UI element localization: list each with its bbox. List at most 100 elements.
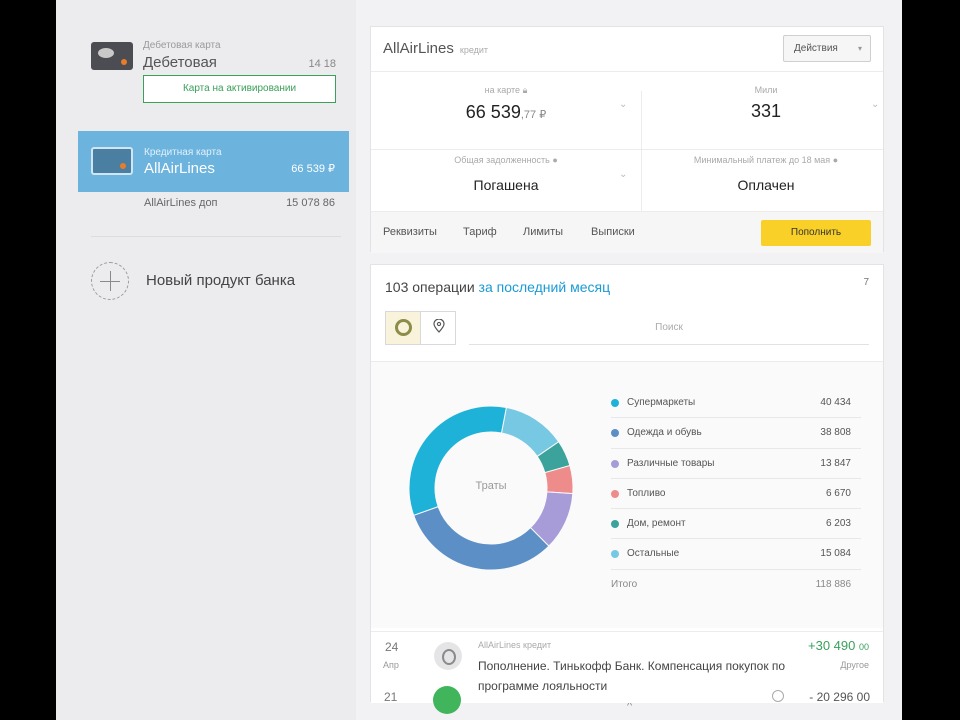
operations-header: 103 операции за последний месяц — [385, 279, 610, 295]
legend-total: Итого 118 886 — [611, 570, 861, 598]
legend-row[interactable]: Различные товары 13 847 — [611, 449, 861, 479]
app-frame: Дебетовая карта Дебетовая 14 18 Карта на… — [56, 0, 902, 720]
amount-main: +30 490 — [808, 638, 856, 653]
account-title: AllAirLines кредит — [383, 40, 488, 57]
sidebar-item-debit-card[interactable]: Дебетовая карта Дебетовая 14 18 Карта на… — [91, 38, 341, 108]
chevron-down-icon[interactable]: ⌄ — [871, 99, 879, 110]
tab-limits[interactable]: Лимиты — [523, 226, 563, 238]
chart-view-button[interactable] — [386, 312, 421, 344]
donut-icon — [395, 319, 412, 336]
legend-name: Различные товары — [627, 457, 715, 469]
legend-row[interactable]: Остальные 15 084 — [611, 539, 861, 570]
activate-card-button[interactable]: Карта на активировании — [143, 75, 336, 103]
divider — [371, 71, 883, 72]
legend-value: 13 847 — [820, 457, 851, 469]
on-card-balance: на карте 🔒︎ 66 539,77 ₽ — [411, 85, 601, 123]
legend-value: 6 670 — [825, 487, 851, 499]
tab-requisites[interactable]: Реквизиты — [383, 226, 437, 238]
product-name: Дебетовая — [143, 54, 217, 71]
new-product-button[interactable]: Новый продукт банка — [91, 262, 341, 302]
donut-center-label: Траты — [475, 480, 507, 492]
chevron-down-icon: ▾ — [857, 44, 862, 53]
amount-decimals: 00 — [858, 642, 869, 652]
debt-value: Погашена — [473, 177, 539, 193]
transaction-row[interactable]: 21 - 20 296 00 — [370, 686, 884, 720]
product-balance: 66 539 ₽ — [291, 163, 335, 175]
divider — [371, 149, 883, 150]
legend-row[interactable]: Супермаркеты 40 434 — [611, 388, 861, 419]
tab-tariff[interactable]: Тариф — [463, 226, 497, 238]
operations-count: 103 операции — [385, 279, 475, 295]
legend-name: Остальные — [627, 548, 680, 560]
legend-name: Одежда и обувь — [627, 427, 702, 439]
on-card-decimals: ,77 ₽ — [520, 109, 547, 121]
miles-value: 331 — [750, 101, 782, 121]
legend-row[interactable]: Топливо 6 670 — [611, 479, 861, 510]
tab-statements[interactable]: Выписки — [591, 226, 635, 238]
legend-dot — [611, 399, 619, 407]
legend-value: 15 084 — [820, 548, 851, 560]
chevron-down-icon[interactable]: ⌄ — [619, 169, 627, 180]
on-card-label: на карте — [484, 85, 521, 95]
legend-name: Супермаркеты — [627, 397, 696, 408]
sidebar: Дебетовая карта Дебетовая 14 18 Карта на… — [56, 0, 356, 720]
legend-dot — [611, 550, 619, 559]
total-label: Итого — [611, 578, 638, 590]
min-payment: Минимальный платеж до 18 мая ● Оплачен — [661, 155, 871, 193]
transaction-day: 21 — [384, 690, 398, 704]
on-card-value: 66 539 — [465, 102, 521, 122]
sidebar-item-additional-card[interactable]: AllAirLines доп 15 078 86 — [78, 192, 349, 216]
total-debt: Общая задолженность ● Погашена — [411, 155, 601, 193]
transaction-category-icon — [434, 642, 462, 670]
legend-value: 6 203 — [825, 518, 851, 530]
legend-dot — [611, 489, 619, 498]
plus-icon — [91, 262, 129, 300]
donut-slice-1[interactable] — [413, 506, 550, 571]
top-up-button[interactable]: Пополнить — [761, 220, 871, 246]
account-tabs: Реквизиты Тариф Лимиты Выписки Пополнить — [371, 211, 883, 253]
search-input[interactable]: Поиск — [469, 311, 869, 345]
actions-label: Действия — [794, 43, 838, 54]
account-subtitle: кредит — [459, 45, 489, 55]
main-content: AllAirLines кредит Действия ▾ на карте 🔒︎… — [370, 26, 884, 712]
product-type: Дебетовая карта — [143, 40, 221, 51]
credit-card-icon — [91, 147, 133, 175]
legend-dot — [611, 429, 619, 438]
legend-value: 40 434 — [820, 397, 851, 408]
legend-row[interactable]: Одежда и обувь 38 808 — [611, 418, 861, 449]
debit-card-icon — [91, 42, 133, 70]
donut-slice-0[interactable] — [408, 405, 507, 516]
transaction-source: AllAirLines кредит — [478, 640, 552, 650]
operations-panel: 103 операции за последний месяц 7 Поиск … — [370, 264, 884, 712]
lock-icon: 🔒︎ — [522, 85, 528, 95]
period-link[interactable]: за последний месяц — [479, 279, 611, 295]
actions-dropdown[interactable]: Действия ▾ — [783, 35, 871, 62]
divider — [641, 91, 642, 211]
transaction-amount: +30 490 00 — [808, 638, 869, 653]
product-type: Кредитная карта — [144, 147, 222, 158]
sidebar-item-credit-card[interactable]: Кредитная карта AllAirLines 66 539 ₽ — [78, 131, 349, 192]
transaction-month: Апр — [383, 660, 399, 670]
info-icon: ● — [832, 155, 839, 165]
account-panel: AllAirLines кредит Действия ▾ на карте 🔒︎… — [370, 26, 884, 253]
transaction-amount: - 20 296 00 — [809, 690, 870, 704]
legend-value: 38 808 — [820, 427, 851, 439]
chevron-down-icon[interactable]: ⌄ — [619, 99, 627, 110]
legend-row[interactable]: Дом, ремонт 6 203 — [611, 509, 861, 540]
account-name: AllAirLines — [383, 40, 454, 57]
clock-icon — [772, 690, 784, 702]
product-balance: 14 18 — [308, 58, 336, 70]
chart-legend: Супермаркеты 40 434 Одежда и обувь 38 80… — [611, 388, 861, 598]
legend-dot — [611, 459, 619, 468]
map-pin-icon[interactable] — [433, 319, 445, 333]
sub-card-name: AllAirLines доп — [144, 197, 218, 209]
product-name: AllAirLines — [144, 160, 215, 177]
total-value: 118 886 — [815, 578, 851, 590]
new-product-label: Новый продукт банка — [146, 272, 296, 289]
min-payment-label: Минимальный платеж до 18 мая — [693, 155, 831, 165]
legend-name: Дом, ремонт — [627, 518, 686, 530]
legend-dot — [611, 520, 619, 529]
operations-header-number[interactable]: 7 — [863, 277, 869, 288]
info-icon: ● — [552, 155, 558, 165]
view-toggle — [385, 311, 456, 345]
